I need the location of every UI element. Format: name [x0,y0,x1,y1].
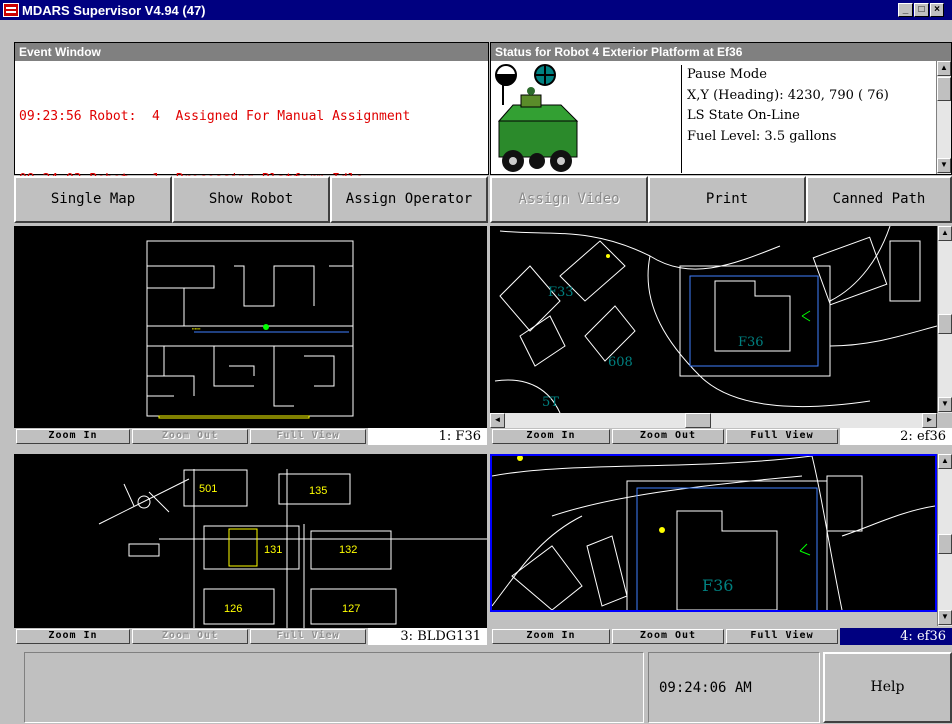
map-view-1[interactable]: ▪▪▪▪▪▪ [14,226,487,428]
title-bar: MDARS Supervisor V4.94 (47) _ □ × [0,0,952,20]
scroll-thumb[interactable] [938,314,952,334]
print-button[interactable]: Print [648,176,806,223]
status-ls-state: LS State On-Line [687,108,800,123]
building-number: 127 [342,603,360,615]
zoom-out-button[interactable]: Zoom Out [612,629,724,644]
map-view-2[interactable]: F33 F36 608 5T [490,226,937,413]
scroll-down-icon[interactable]: ▼ [937,158,951,173]
building-number: 132 [339,544,357,556]
map-4-zoom-bar: Zoom In Zoom Out Full View 4: ef36 [490,628,952,645]
map-text: 5T [542,395,559,410]
map-text: F36 [702,576,733,595]
full-view-button[interactable]: Full View [250,429,366,444]
compass-icon [534,64,556,86]
map-text: F33 [548,285,574,300]
map-1-zoom-bar: Zoom In Zoom Out Full View 1: F36 [14,428,487,445]
map-4-vscrollbar[interactable]: ▲ ▼ [937,454,952,626]
zoom-in-button[interactable]: Zoom In [492,429,610,444]
status-position: X,Y (Heading): 4230, 790 ( 76) [687,87,889,103]
single-map-button[interactable]: Single Map [14,176,172,223]
building-number: 501 [199,483,217,495]
vehicle-icon [497,81,579,172]
assign-operator-button[interactable]: Assign Operator [330,176,488,223]
full-view-button[interactable]: Full View [726,629,838,644]
map-label: 1: F36 [368,428,487,445]
map-text: F36 [738,335,764,350]
pause-state-icon [495,64,517,86]
map-3-zoom-bar: Zoom In Zoom Out Full View 3: BLDG131 [14,628,487,645]
zoom-out-button[interactable]: Zoom Out [132,429,248,444]
building-number: 126 [224,603,242,615]
scroll-right-icon[interactable]: ► [922,413,937,428]
status-lines: Pause Mode X,Y (Heading): 4230, 790 ( 76… [681,65,936,173]
event-item[interactable]: 09:23:56 Robot: 4 Assigned For Manual As… [19,106,484,127]
show-robot-button[interactable]: Show Robot [172,176,330,223]
map-2-zoom-bar: Zoom In Zoom Out Full View 2: ef36 [490,428,952,445]
scroll-left-icon[interactable]: ◄ [490,413,505,428]
maximize-icon[interactable]: □ [914,3,929,17]
site-map-ef36: F33 F36 608 5T [494,226,937,413]
window-title: MDARS Supervisor V4.94 (47) [22,3,206,18]
scroll-up-icon[interactable]: ▲ [937,61,951,76]
full-view-button[interactable]: Full View [726,429,838,444]
help-button[interactable]: Help [823,652,952,723]
map-2-vscrollbar[interactable]: ▲ ▼ [937,226,952,413]
map-2-hscrollbar[interactable]: ◄ ► [490,413,937,429]
scroll-thumb[interactable] [938,534,952,554]
floorplan-f36: ▪▪▪▪▪▪ [146,240,354,419]
scroll-thumb[interactable] [937,77,951,101]
zoom-out-button[interactable]: Zoom Out [612,429,724,444]
map-label: 3: BLDG131 [368,628,487,645]
event-window-title: Event Window [15,43,488,61]
robot-graphics [491,61,681,174]
map-view-4[interactable]: F36 [490,454,937,612]
map-view-3[interactable]: 501 135 131 132 126 127 [14,454,487,628]
map-label: 2: ef36 [840,428,952,445]
building-map-bldg131: 501 135 131 132 126 127 [98,469,487,628]
zoom-in-button[interactable]: Zoom In [16,629,130,644]
scroll-up-icon[interactable]: ▲ [938,454,952,469]
building-number: 135 [309,485,327,497]
map-label: 4: ef36 [840,628,952,645]
status-mode: Pause Mode [687,67,767,82]
status-message-area [24,652,644,723]
status-fuel: Fuel Level: 3.5 gallons [687,128,837,144]
clock: 09:24:06 AM [648,652,820,723]
full-view-button[interactable]: Full View [250,629,366,644]
building-number: 131 [264,544,282,556]
canned-path-button[interactable]: Canned Path [806,176,952,223]
scroll-down-icon[interactable]: ▼ [938,397,952,412]
zoom-in-button[interactable]: Zoom In [492,629,610,644]
status-title: Status for Robot 4 Exterior Platform at … [491,43,951,61]
zoom-out-button[interactable]: Zoom Out [132,629,248,644]
scroll-up-icon[interactable]: ▲ [938,226,952,241]
svg-text:▪▪▪▪▪▪: ▪▪▪▪▪▪ [192,326,201,331]
minimize-icon[interactable]: _ [898,3,913,17]
status-scrollbar[interactable]: ▲ ▼ [936,61,951,174]
site-map-ef36-zoomed: F36 [492,456,935,610]
event-window: Event Window 09:23:56 Robot: 4 Assigned … [14,42,489,187]
zoom-in-button[interactable]: Zoom In [16,429,130,444]
scroll-thumb[interactable] [685,413,711,428]
close-icon[interactable]: × [930,3,944,17]
robot-icons [495,64,579,172]
app-icon [3,3,19,17]
assign-video-button[interactable]: Assign Video [490,176,648,223]
scroll-down-icon[interactable]: ▼ [938,610,952,625]
robot-status-panel: Status for Robot 4 Exterior Platform at … [490,42,952,175]
map-text: 608 [608,355,633,370]
